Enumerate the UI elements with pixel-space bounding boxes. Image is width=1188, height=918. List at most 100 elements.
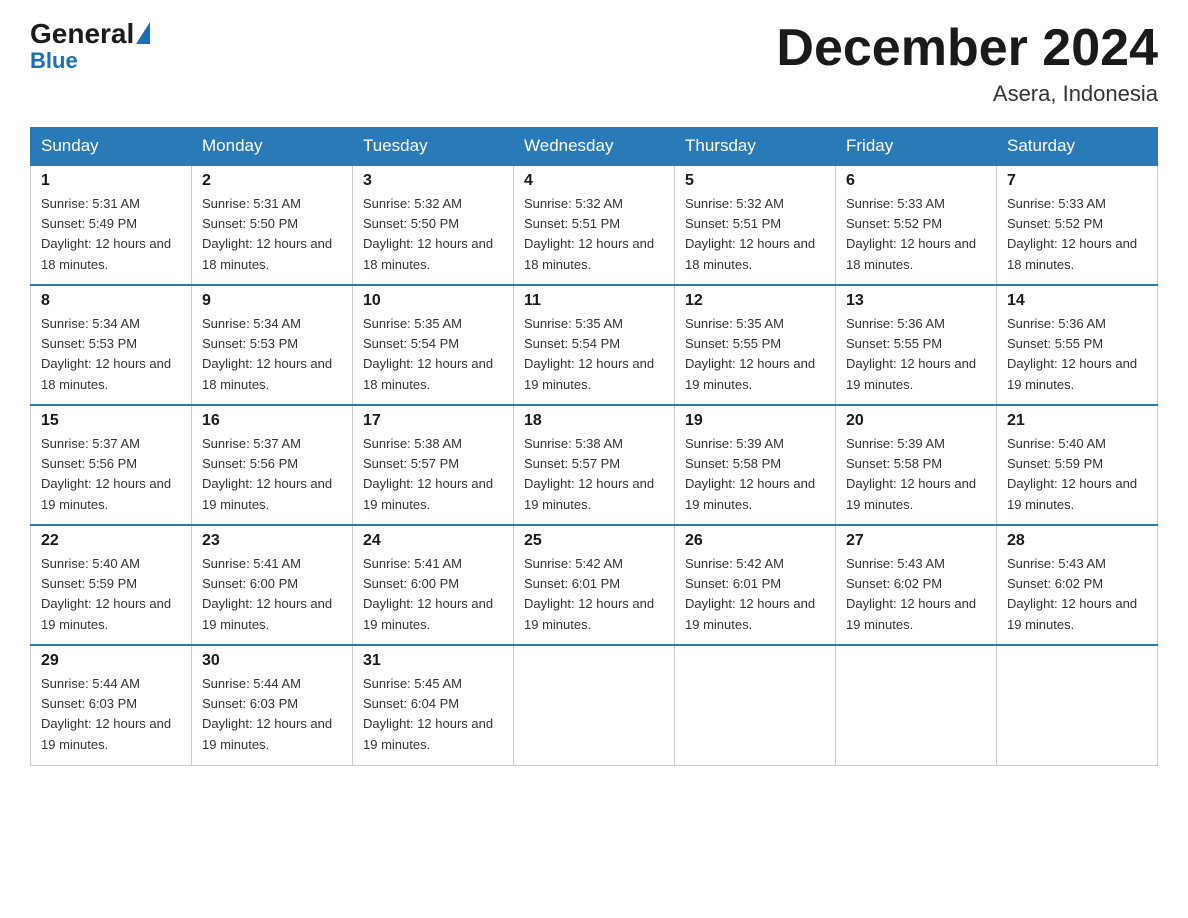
calendar-cell: 1 Sunrise: 5:31 AM Sunset: 5:49 PM Dayli… [31, 165, 192, 285]
day-info: Sunrise: 5:38 AM Sunset: 5:57 PM Dayligh… [363, 434, 503, 515]
week-row-2: 8 Sunrise: 5:34 AM Sunset: 5:53 PM Dayli… [31, 285, 1158, 405]
day-number: 16 [202, 412, 342, 430]
day-number: 19 [685, 412, 825, 430]
location-label: Asera, Indonesia [776, 81, 1158, 107]
calendar-table: SundayMondayTuesdayWednesdayThursdayFrid… [30, 127, 1158, 766]
day-number: 18 [524, 412, 664, 430]
calendar-cell: 21 Sunrise: 5:40 AM Sunset: 5:59 PM Dayl… [997, 405, 1158, 525]
day-number: 12 [685, 292, 825, 310]
day-info: Sunrise: 5:40 AM Sunset: 5:59 PM Dayligh… [41, 554, 181, 635]
day-info: Sunrise: 5:43 AM Sunset: 6:02 PM Dayligh… [1007, 554, 1147, 635]
day-number: 6 [846, 172, 986, 190]
day-number: 1 [41, 172, 181, 190]
calendar-cell: 12 Sunrise: 5:35 AM Sunset: 5:55 PM Dayl… [675, 285, 836, 405]
calendar-cell: 16 Sunrise: 5:37 AM Sunset: 5:56 PM Dayl… [192, 405, 353, 525]
day-info: Sunrise: 5:36 AM Sunset: 5:55 PM Dayligh… [846, 314, 986, 395]
week-row-4: 22 Sunrise: 5:40 AM Sunset: 5:59 PM Dayl… [31, 525, 1158, 645]
day-number: 3 [363, 172, 503, 190]
calendar-header-row: SundayMondayTuesdayWednesdayThursdayFrid… [31, 128, 1158, 166]
column-header-saturday: Saturday [997, 128, 1158, 166]
month-title: December 2024 [776, 20, 1158, 77]
page-header: General Blue December 2024 Asera, Indone… [30, 20, 1158, 107]
calendar-cell: 4 Sunrise: 5:32 AM Sunset: 5:51 PM Dayli… [514, 165, 675, 285]
column-header-sunday: Sunday [31, 128, 192, 166]
day-info: Sunrise: 5:39 AM Sunset: 5:58 PM Dayligh… [846, 434, 986, 515]
title-section: December 2024 Asera, Indonesia [776, 20, 1158, 107]
logo-blue-text: Blue [30, 48, 150, 74]
logo: General Blue [30, 20, 150, 74]
day-number: 27 [846, 532, 986, 550]
day-info: Sunrise: 5:33 AM Sunset: 5:52 PM Dayligh… [1007, 194, 1147, 275]
column-header-friday: Friday [836, 128, 997, 166]
calendar-cell: 8 Sunrise: 5:34 AM Sunset: 5:53 PM Dayli… [31, 285, 192, 405]
day-info: Sunrise: 5:36 AM Sunset: 5:55 PM Dayligh… [1007, 314, 1147, 395]
day-number: 14 [1007, 292, 1147, 310]
calendar-cell: 18 Sunrise: 5:38 AM Sunset: 5:57 PM Dayl… [514, 405, 675, 525]
day-number: 11 [524, 292, 664, 310]
day-info: Sunrise: 5:42 AM Sunset: 6:01 PM Dayligh… [685, 554, 825, 635]
logo-triangle-icon [136, 22, 150, 44]
calendar-cell: 30 Sunrise: 5:44 AM Sunset: 6:03 PM Dayl… [192, 645, 353, 765]
calendar-cell: 3 Sunrise: 5:32 AM Sunset: 5:50 PM Dayli… [353, 165, 514, 285]
day-number: 25 [524, 532, 664, 550]
day-info: Sunrise: 5:34 AM Sunset: 5:53 PM Dayligh… [202, 314, 342, 395]
day-number: 28 [1007, 532, 1147, 550]
day-number: 26 [685, 532, 825, 550]
calendar-cell: 2 Sunrise: 5:31 AM Sunset: 5:50 PM Dayli… [192, 165, 353, 285]
day-number: 24 [363, 532, 503, 550]
day-number: 2 [202, 172, 342, 190]
calendar-cell: 19 Sunrise: 5:39 AM Sunset: 5:58 PM Dayl… [675, 405, 836, 525]
calendar-cell: 14 Sunrise: 5:36 AM Sunset: 5:55 PM Dayl… [997, 285, 1158, 405]
day-number: 29 [41, 652, 181, 670]
calendar-cell [997, 645, 1158, 765]
column-header-wednesday: Wednesday [514, 128, 675, 166]
day-info: Sunrise: 5:32 AM Sunset: 5:51 PM Dayligh… [685, 194, 825, 275]
day-info: Sunrise: 5:32 AM Sunset: 5:51 PM Dayligh… [524, 194, 664, 275]
day-info: Sunrise: 5:34 AM Sunset: 5:53 PM Dayligh… [41, 314, 181, 395]
calendar-cell: 11 Sunrise: 5:35 AM Sunset: 5:54 PM Dayl… [514, 285, 675, 405]
day-info: Sunrise: 5:40 AM Sunset: 5:59 PM Dayligh… [1007, 434, 1147, 515]
calendar-cell [675, 645, 836, 765]
day-info: Sunrise: 5:42 AM Sunset: 6:01 PM Dayligh… [524, 554, 664, 635]
calendar-cell: 31 Sunrise: 5:45 AM Sunset: 6:04 PM Dayl… [353, 645, 514, 765]
day-number: 9 [202, 292, 342, 310]
day-info: Sunrise: 5:37 AM Sunset: 5:56 PM Dayligh… [202, 434, 342, 515]
calendar-cell: 6 Sunrise: 5:33 AM Sunset: 5:52 PM Dayli… [836, 165, 997, 285]
day-info: Sunrise: 5:41 AM Sunset: 6:00 PM Dayligh… [202, 554, 342, 635]
calendar-cell: 20 Sunrise: 5:39 AM Sunset: 5:58 PM Dayl… [836, 405, 997, 525]
calendar-cell [514, 645, 675, 765]
day-info: Sunrise: 5:43 AM Sunset: 6:02 PM Dayligh… [846, 554, 986, 635]
day-info: Sunrise: 5:35 AM Sunset: 5:55 PM Dayligh… [685, 314, 825, 395]
week-row-3: 15 Sunrise: 5:37 AM Sunset: 5:56 PM Dayl… [31, 405, 1158, 525]
day-info: Sunrise: 5:35 AM Sunset: 5:54 PM Dayligh… [363, 314, 503, 395]
week-row-5: 29 Sunrise: 5:44 AM Sunset: 6:03 PM Dayl… [31, 645, 1158, 765]
day-number: 21 [1007, 412, 1147, 430]
calendar-cell: 29 Sunrise: 5:44 AM Sunset: 6:03 PM Dayl… [31, 645, 192, 765]
day-number: 15 [41, 412, 181, 430]
day-info: Sunrise: 5:37 AM Sunset: 5:56 PM Dayligh… [41, 434, 181, 515]
day-number: 4 [524, 172, 664, 190]
calendar-cell: 26 Sunrise: 5:42 AM Sunset: 6:01 PM Dayl… [675, 525, 836, 645]
calendar-cell: 22 Sunrise: 5:40 AM Sunset: 5:59 PM Dayl… [31, 525, 192, 645]
day-number: 5 [685, 172, 825, 190]
day-number: 8 [41, 292, 181, 310]
calendar-cell: 10 Sunrise: 5:35 AM Sunset: 5:54 PM Dayl… [353, 285, 514, 405]
day-number: 30 [202, 652, 342, 670]
day-number: 22 [41, 532, 181, 550]
day-info: Sunrise: 5:45 AM Sunset: 6:04 PM Dayligh… [363, 674, 503, 755]
day-number: 20 [846, 412, 986, 430]
day-info: Sunrise: 5:38 AM Sunset: 5:57 PM Dayligh… [524, 434, 664, 515]
day-info: Sunrise: 5:44 AM Sunset: 6:03 PM Dayligh… [202, 674, 342, 755]
column-header-tuesday: Tuesday [353, 128, 514, 166]
calendar-cell: 17 Sunrise: 5:38 AM Sunset: 5:57 PM Dayl… [353, 405, 514, 525]
day-info: Sunrise: 5:31 AM Sunset: 5:49 PM Dayligh… [41, 194, 181, 275]
calendar-cell: 25 Sunrise: 5:42 AM Sunset: 6:01 PM Dayl… [514, 525, 675, 645]
calendar-cell: 15 Sunrise: 5:37 AM Sunset: 5:56 PM Dayl… [31, 405, 192, 525]
day-number: 13 [846, 292, 986, 310]
calendar-cell: 28 Sunrise: 5:43 AM Sunset: 6:02 PM Dayl… [997, 525, 1158, 645]
day-number: 7 [1007, 172, 1147, 190]
day-number: 17 [363, 412, 503, 430]
calendar-cell: 13 Sunrise: 5:36 AM Sunset: 5:55 PM Dayl… [836, 285, 997, 405]
column-header-thursday: Thursday [675, 128, 836, 166]
calendar-cell: 7 Sunrise: 5:33 AM Sunset: 5:52 PM Dayli… [997, 165, 1158, 285]
